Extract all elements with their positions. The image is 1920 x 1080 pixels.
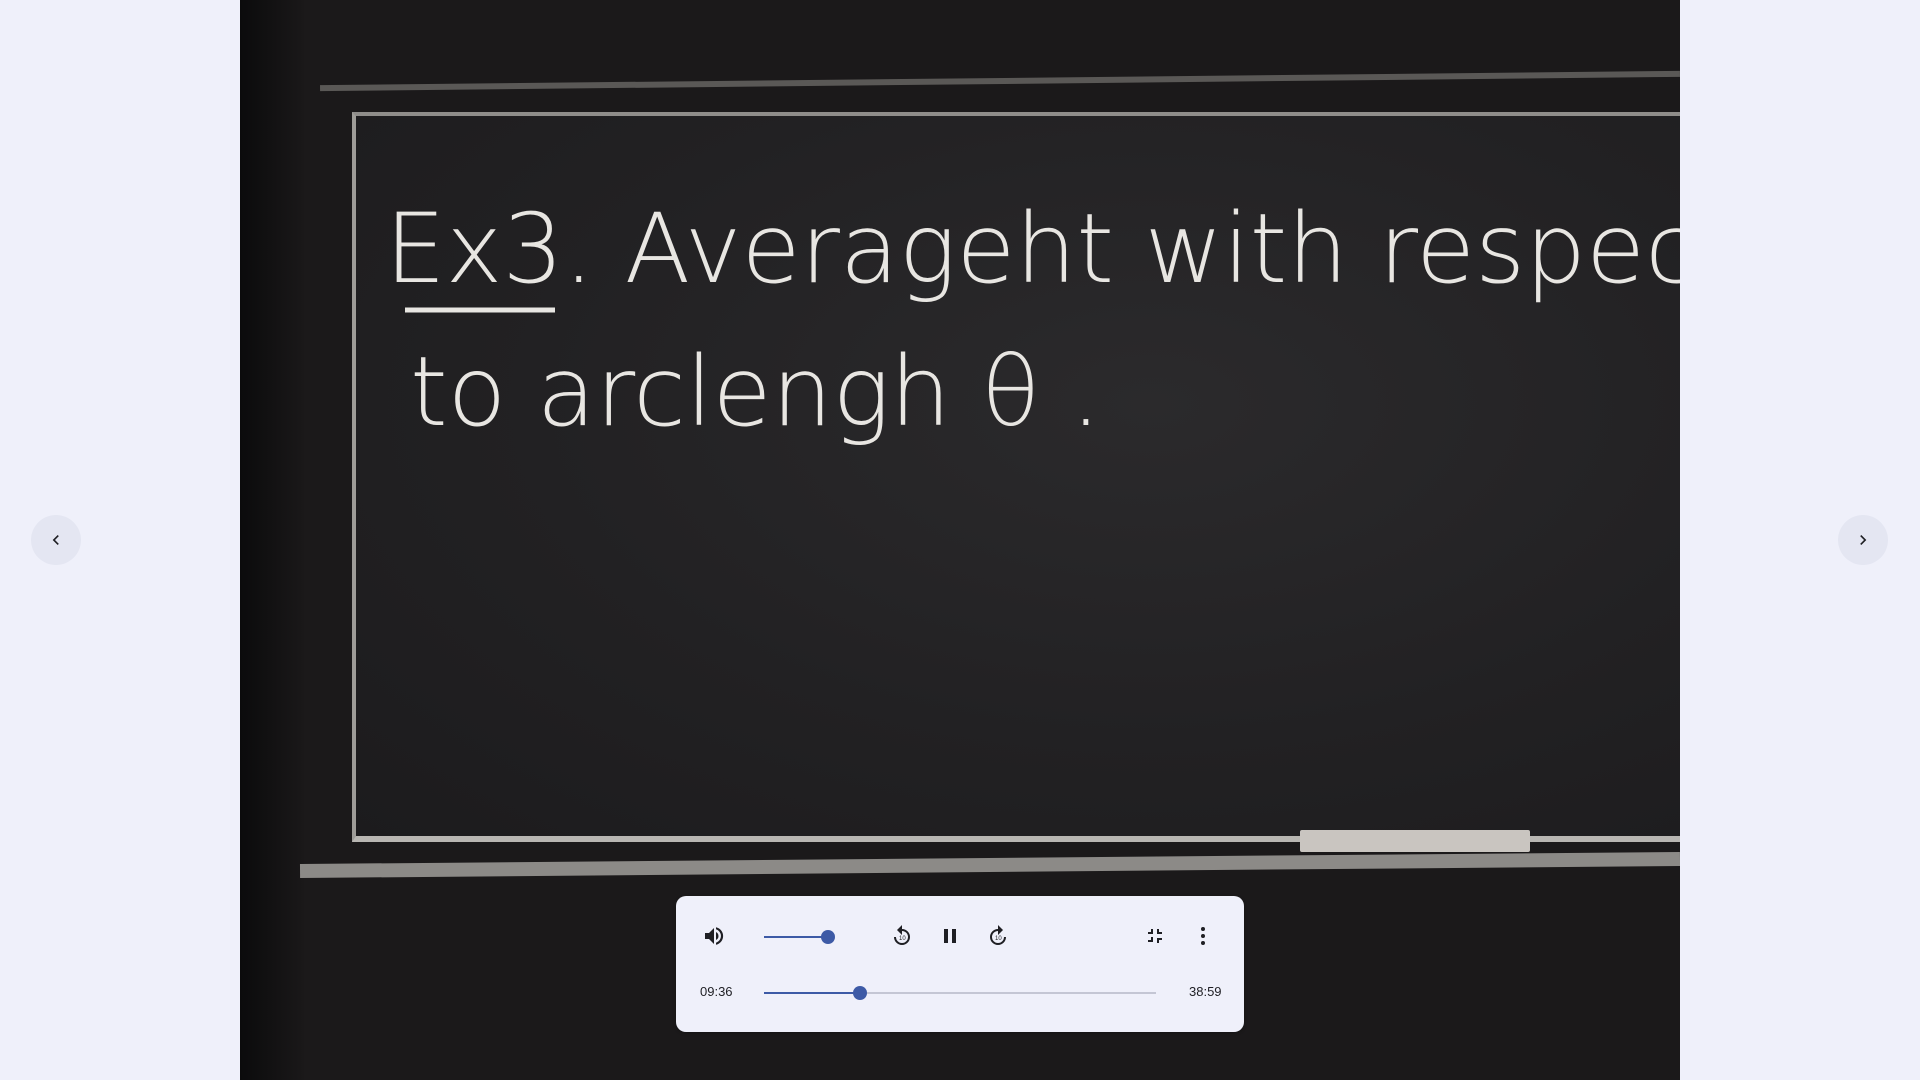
seek-slider-thumb[interactable] [853, 986, 868, 1000]
player-controls: 10 10 09:36 38:59 [676, 896, 1244, 1032]
rewind-10-button[interactable]: 10 [887, 921, 917, 951]
replay-10-icon: 10 [894, 925, 910, 945]
more-options-button[interactable] [1188, 921, 1218, 951]
volume-button[interactable] [699, 921, 729, 951]
next-button[interactable] [1838, 515, 1888, 565]
more-vert-icon [1201, 927, 1205, 945]
pause-icon [944, 929, 956, 943]
chevron-left-icon [52, 535, 59, 545]
fullscreen-exit-icon [1148, 929, 1162, 943]
svg-text:10: 10 [899, 936, 906, 942]
pause-button[interactable] [935, 921, 965, 951]
forward-10-button[interactable]: 10 [983, 921, 1013, 951]
volume-up-icon [705, 927, 724, 945]
volume-slider[interactable] [764, 930, 835, 944]
board-line-2: to arclengh θ . [410, 336, 1101, 448]
seek-slider-fill [764, 992, 861, 994]
volume-slider-thumb[interactable] [821, 930, 835, 944]
svg-text:10: 10 [995, 936, 1002, 942]
board-line-1: Ex3. Averageht with respect [385, 193, 1680, 305]
seek-slider[interactable] [764, 986, 1156, 1000]
exit-fullscreen-button[interactable] [1140, 921, 1170, 951]
volume-slider-fill [764, 936, 828, 938]
current-time: 09:36 [700, 984, 733, 999]
forward-10-icon: 10 [990, 925, 1006, 945]
previous-button[interactable] [31, 515, 81, 565]
chevron-right-icon [1860, 535, 1867, 545]
duration: 38:59 [1189, 984, 1222, 999]
